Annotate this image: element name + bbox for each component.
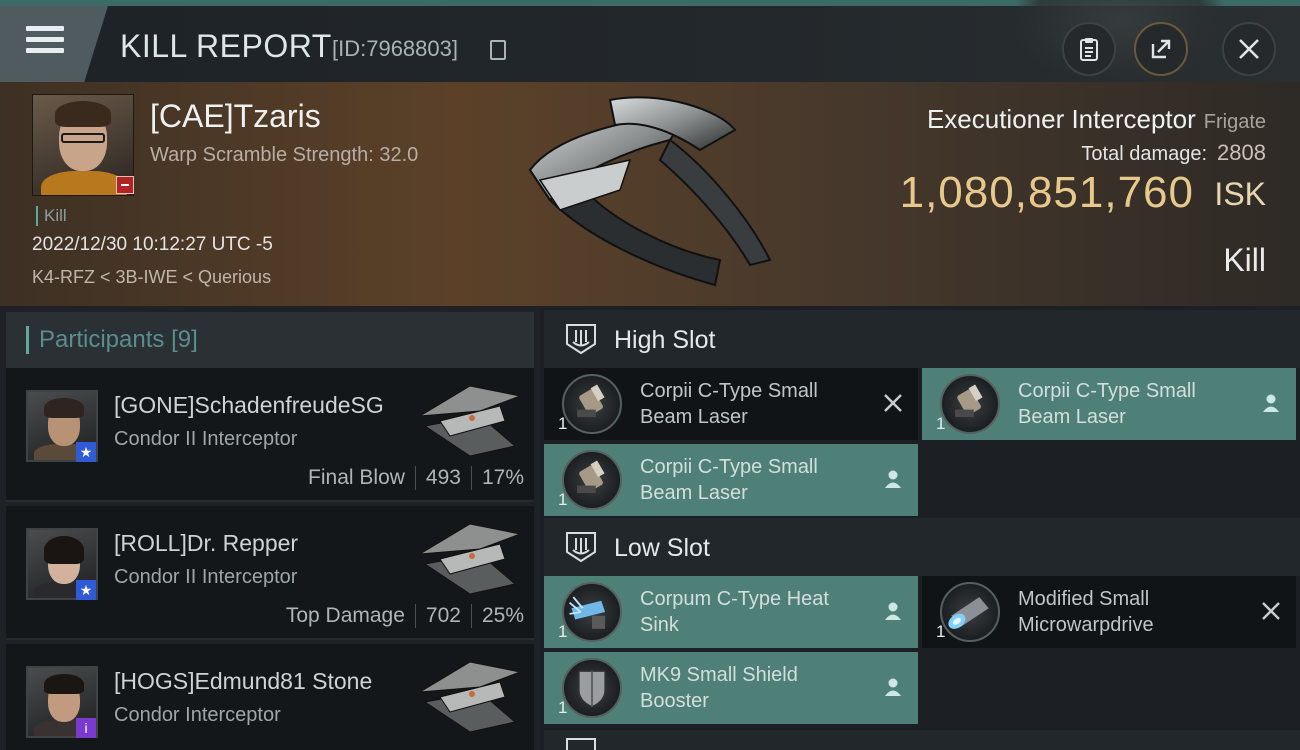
kill-tag: Kill xyxy=(36,206,67,226)
kill-result: Kill xyxy=(1223,242,1266,278)
mid-slot-header xyxy=(544,730,1300,750)
victim-banner: [CAE]Tzaris Warp Scramble Strength: 32.0… xyxy=(0,82,1300,306)
participant-stats: Final Blow 493 17% xyxy=(308,466,524,490)
participant-percent: 25% xyxy=(481,604,524,627)
isk-unit: ISK xyxy=(1214,176,1266,212)
module-quantity: 1 xyxy=(558,698,568,717)
participant-role: Final Blow xyxy=(308,466,405,489)
copy-id-icon[interactable] xyxy=(490,40,506,60)
participant-stats: Top Damage 702 25% xyxy=(286,604,524,628)
heat-sink-icon xyxy=(562,582,622,642)
module-item[interactable]: 1 Corpii C-Type Small Beam Laser xyxy=(922,368,1296,440)
module-quantity: 1 xyxy=(936,622,946,641)
participants-header: Participants [9] xyxy=(6,312,534,368)
participant-ship: Condor II Interceptor xyxy=(114,428,298,450)
hostile-standing-icon xyxy=(116,176,134,194)
dropped-person-icon xyxy=(885,678,901,696)
beam-laser-icon xyxy=(562,450,622,510)
high-slot-header: High Slot xyxy=(544,310,1300,368)
star-icon: ★ xyxy=(76,580,96,600)
participant-card[interactable]: i [HOGS]Edmund81 Stone Condor Intercepto… xyxy=(6,644,534,750)
participant-ship-image xyxy=(419,661,522,733)
destroyed-icon xyxy=(1262,602,1280,620)
beam-laser-icon xyxy=(562,374,622,434)
report-id: [ID:7968803] xyxy=(332,36,458,61)
participant-damage: 702 xyxy=(425,604,461,627)
high-slot-icon xyxy=(566,324,596,355)
mid-slot-icon xyxy=(566,738,596,750)
participant-ship: Condor Interceptor xyxy=(114,704,281,726)
participants-panel[interactable]: Participants [9] ★ [GONE]SchadenfreudeSG… xyxy=(0,306,540,750)
warp-scramble-strength: Warp Scramble Strength: 32.0 xyxy=(150,144,419,166)
victim-ship-image xyxy=(528,96,772,287)
module-name: Corpii C-Type Small Beam Laser xyxy=(640,380,818,428)
share-icon xyxy=(1151,39,1171,59)
module-quantity: 1 xyxy=(936,414,946,433)
clipboard-icon xyxy=(1080,38,1098,61)
victim-ship-name[interactable]: Executioner Interceptor Frigate xyxy=(927,104,1266,135)
module-quantity: 1 xyxy=(558,490,568,509)
clipboard-button[interactable] xyxy=(1062,22,1116,76)
isk-value: 1,080,851,760 xyxy=(899,168,1194,217)
participant-card[interactable]: ★ [GONE]SchadenfreudeSG Condor II Interc… xyxy=(6,368,534,502)
menu-button[interactable] xyxy=(0,6,108,82)
participant-damage: 493 xyxy=(425,466,461,489)
low-slot-icon xyxy=(566,532,596,563)
module-name: Corpii C-Type Small Beam Laser xyxy=(640,456,818,504)
close-icon xyxy=(1239,39,1259,59)
total-damage: Total damage: 2808 xyxy=(1081,140,1266,165)
kill-location[interactable]: K4-RFZ < 3B-IWE < Querious xyxy=(32,267,271,288)
destroyed-icon xyxy=(884,394,902,412)
shield-booster-icon xyxy=(562,658,622,718)
module-item[interactable]: 1 Modified Small Microwarpdrive xyxy=(922,576,1296,648)
dropped-person-icon xyxy=(885,602,901,620)
participant-name: [ROLL]Dr. Repper xyxy=(114,530,299,556)
dropped-person-icon xyxy=(885,470,901,488)
module-name: Corpum C-Type Heat Sink xyxy=(640,588,829,636)
page-title: KILL REPORT xyxy=(120,28,332,64)
module-item[interactable]: 1 Corpii C-Type Small Beam Laser xyxy=(544,368,918,440)
close-button[interactable] xyxy=(1222,22,1276,76)
participant-ship-image xyxy=(419,523,522,595)
module-name: Corpii C-Type Small Beam Laser xyxy=(1018,380,1196,428)
module-quantity: 1 xyxy=(558,414,568,433)
participant-role: Top Damage xyxy=(285,604,405,627)
beam-laser-icon xyxy=(940,374,1000,434)
microwarpdrive-icon xyxy=(940,582,1000,642)
header-background-art xyxy=(1010,0,1230,86)
participant-percent: 17% xyxy=(481,466,524,489)
participant-name: [GONE]SchadenfreudeSG xyxy=(114,392,384,418)
module-item[interactable]: 1 Corpii C-Type Small Beam Laser xyxy=(544,444,918,516)
module-item[interactable]: 1 MK9 Small Shield Booster xyxy=(544,652,918,724)
victim-name[interactable]: [CAE]Tzaris xyxy=(150,98,321,135)
hamburger-icon xyxy=(26,26,64,56)
participant-card[interactable]: ★ [ROLL]Dr. Repper Condor II Interceptor… xyxy=(6,506,534,640)
dropped-person-icon xyxy=(1263,394,1279,412)
kill-datetime: 2022/12/30 10:12:27 UTC -5 xyxy=(32,234,273,255)
share-button[interactable] xyxy=(1134,22,1188,76)
fitting-panel[interactable]: High Slot 1 Corpii C-Type Small Beam Las… xyxy=(540,306,1300,750)
star-icon: ★ xyxy=(76,442,96,462)
module-name: Modified Small Microwarpdrive xyxy=(1018,588,1154,636)
corp-role-icon: i xyxy=(76,718,96,738)
low-slot-header: Low Slot xyxy=(544,518,1300,576)
participant-ship: Condor II Interceptor xyxy=(114,566,298,588)
module-name: MK9 Small Shield Booster xyxy=(640,664,798,712)
module-item[interactable]: 1 Corpum C-Type Heat Sink xyxy=(544,576,918,648)
participant-name: [HOGS]Edmund81 Stone xyxy=(114,668,373,694)
participant-ship-image xyxy=(419,385,522,457)
header-bar: KILL REPORT [ID:7968803] xyxy=(0,0,1300,86)
module-quantity: 1 xyxy=(558,622,568,641)
